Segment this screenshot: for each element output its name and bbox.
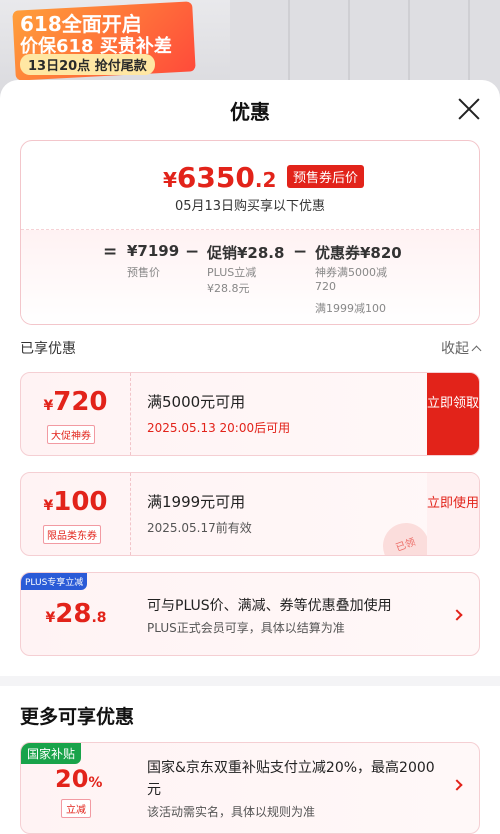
subsidy-desc-1: 国家&京东双重补贴支付立减20%，最高2000元 (147, 760, 435, 798)
promo-sub1: PLUS立减 (207, 266, 257, 279)
subsidy-card[interactable]: 国家补贴 20% 立减 国家&京东双重补贴支付立减20%，最高2000元 该活动… (20, 742, 480, 834)
promo-value: 促销¥28.8 (207, 244, 285, 262)
subsidy-percent: 20% (55, 765, 102, 793)
coupon-currency: ¥ (43, 498, 54, 514)
coupon-sub1: 神券满5000减 (315, 266, 387, 279)
coupon-sub3: 满1999减100 (315, 302, 386, 315)
sheet-title: 优惠 (230, 100, 270, 124)
plus-desc-1: 可与PLUS价、满减、券等优惠叠加使用 (147, 598, 392, 614)
chevron-right-icon[interactable] (451, 779, 463, 791)
coupon-value: 优惠券¥820 (315, 244, 402, 262)
price-integer: 6350 (176, 161, 255, 194)
plus-discount-card[interactable]: PLUS专享立减 ¥28.8 可与PLUS价、满减、券等优惠叠加使用 PLUS正… (20, 572, 480, 656)
claim-coupon-button[interactable]: 立即领取 (427, 373, 479, 455)
enjoyed-section-row: 已享优惠 收起 (20, 338, 482, 362)
discount-sheet: 优惠 ¥6350.2 预售券后价 05月13日购买享以下优惠 = ¥7199 预… (0, 80, 500, 834)
coupon-sub2: 720 (315, 280, 336, 293)
coupon-amount: ¥720 (21, 387, 130, 417)
coupon-amount-value: 720 (53, 387, 108, 417)
coupon-amount: ¥28.8 (21, 599, 131, 629)
price-decimal: .2 (254, 168, 277, 192)
chevron-right-icon[interactable] (451, 609, 463, 621)
subsidy-badge: 国家补贴 (21, 743, 82, 764)
summary-top: ¥6350.2 预售券后价 05月13日购买享以下优惠 (21, 141, 479, 229)
collapse-label: 收起 (441, 341, 469, 357)
more-offers-title: 更多可享优惠 (20, 706, 135, 728)
sheet-header: 优惠 (0, 80, 500, 138)
coupon-condition: 满5000元可用 (147, 393, 246, 411)
promo-line3: 13日20点 抢付尾款 (20, 54, 155, 75)
enjoyed-label: 已享优惠 (20, 341, 76, 357)
coupon-amount-area: ¥720 大促神券 (21, 373, 131, 455)
minus-sign-2: − (293, 242, 308, 262)
coupon-validity: 2025.05.17前有效 (147, 521, 252, 535)
price-tag: 预售券后价 (287, 165, 365, 188)
coupon-amount-value: 28 (55, 599, 92, 629)
subsidy-percent-value: 20 (55, 765, 89, 793)
presale-value: ¥7199 (127, 242, 180, 260)
subsidy-percent-unit: % (88, 775, 103, 791)
presale-label: 预售价 (127, 266, 160, 279)
final-price: ¥6350.2 (163, 161, 276, 194)
price-breakdown: = ¥7199 预售价 − 促销¥28.8 PLUS立减 ¥28.8元 − 优惠… (21, 229, 479, 324)
minus-sign-1: − (185, 242, 200, 262)
coupon-amount-value: 100 (53, 487, 108, 517)
coupon-amount: ¥100 (21, 487, 130, 517)
coupon-card: ¥100 限品类东券 满1999元可用 2025.05.17前有效 已领 立即使… (20, 472, 480, 556)
coupon-condition: 满1999元可用 (147, 493, 246, 511)
price-summary-card: ¥6350.2 预售券后价 05月13日购买享以下优惠 = ¥7199 预售价 … (20, 140, 480, 325)
coupon-type: 限品类东券 (43, 525, 101, 544)
coupon-currency: ¥ (43, 398, 54, 414)
purchase-note: 05月13日购买享以下优惠 (174, 199, 326, 214)
subsidy-type: 立减 (61, 799, 91, 818)
coupon-amount-area: ¥28.8 (21, 573, 131, 655)
coupon-currency: ¥ (45, 610, 56, 626)
coupon-card: ¥720 大促神券 满5000元可用 2025.05.13 20:00后可用 立… (20, 372, 480, 456)
collapse-button[interactable]: 收起 (441, 338, 482, 358)
close-icon[interactable] (456, 96, 482, 122)
subsidy-desc-2: 该活动需实名，具体以规则为准 (147, 805, 316, 819)
coupon-amount-area: ¥100 限品类东券 (21, 473, 131, 555)
coupon-type: 大促神券 (47, 425, 95, 444)
plus-desc-2: PLUS正式会员可享，具体以结算为准 (147, 621, 345, 635)
coupon-amount-decimal: .8 (91, 610, 107, 626)
chevron-up-icon (471, 345, 482, 356)
equals-sign: = (103, 242, 118, 262)
price-currency: ¥ (163, 168, 177, 192)
use-coupon-button[interactable]: 立即使用 (427, 473, 479, 555)
section-divider (0, 676, 500, 686)
coupon-validity: 2025.05.13 20:00后可用 (147, 421, 291, 435)
promo-sub2: ¥28.8元 (207, 282, 250, 295)
